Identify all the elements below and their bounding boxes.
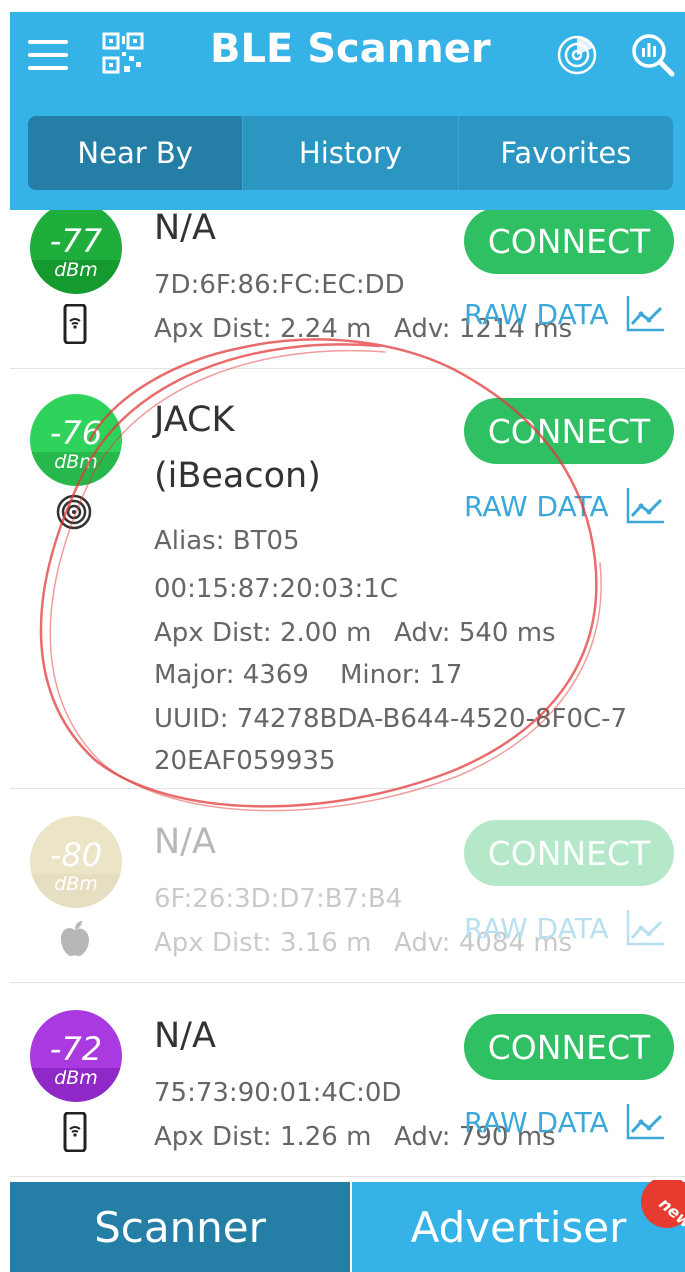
phone-icon [63,1112,87,1152]
beacon-minor: Minor: 17 [340,660,463,690]
beacon-uuid-cont: 20EAF059935 [154,746,336,776]
scan-tabs: Near By History Favorites [28,116,673,190]
beacon-major: Major: 4369 [154,660,309,690]
qr-code-icon[interactable] [102,32,144,74]
rssi-value: -76 [49,414,103,452]
device-alias: Alias: BT05 [154,526,300,556]
connect-button[interactable]: CONNECT [464,820,674,886]
beacon-icon [56,494,92,530]
rssi-unit: dBm [54,451,98,473]
device-row[interactable]: -77 dBm N/A 7D:6F:86:FC:EC:DD Apx Dist: … [10,210,685,369]
app-title: BLE Scanner [210,26,491,72]
chart-icon[interactable] [626,486,666,524]
raw-data-link[interactable]: RAW DATA [464,1106,609,1139]
rssi-value: -80 [49,836,103,874]
rssi-value: -72 [49,1030,103,1068]
connect-button[interactable]: CONNECT [464,398,674,464]
advertiser-label: Advertiser [410,1202,627,1252]
device-name: N/A [154,210,216,248]
device-name: N/A [154,1016,216,1056]
rssi-value: -77 [49,222,103,260]
apple-icon [61,921,89,957]
tab-favorites[interactable]: Favorites [459,116,673,190]
device-row[interactable]: -80 dBm N/A 6F:26:3D:D7:B7:B4 Apx Dist: … [10,790,685,983]
radar-icon[interactable] [556,34,598,76]
app-screen: BLE Scanner Near By History Favorites -7… [10,12,685,1272]
raw-data-link[interactable]: RAW DATA [464,912,609,945]
chart-icon[interactable] [626,1102,666,1140]
rssi-unit: dBm [54,1067,98,1089]
device-row[interactable]: -76 dBm JACK (iBeacon) Alias: BT05 00:15… [10,368,685,789]
device-row-content: -80 dBm N/A 6F:26:3D:D7:B7:B4 Apx Dist: … [10,790,685,982]
device-list[interactable]: -77 dBm N/A 7D:6F:86:FC:EC:DD Apx Dist: … [10,210,685,1182]
search-analytics-icon[interactable] [630,32,676,78]
chart-icon[interactable] [626,294,666,332]
device-distance: Apx Dist: 1.26 m [154,1122,372,1152]
rssi-unit: dBm [54,873,98,895]
device-adv-interval: Adv: 540 ms [394,618,556,648]
device-mac: 75:73:90:01:4C:0D [154,1078,402,1108]
rssi-badge: -77 dBm [30,210,122,294]
device-distance: Apx Dist: 2.00 m [154,618,372,648]
device-distance: Apx Dist: 2.24 m [154,314,372,344]
tab-near-by[interactable]: Near By [28,116,244,190]
app-header: BLE Scanner Near By History Favorites [10,12,685,210]
device-name: JACK [154,400,235,440]
device-name: N/A [154,822,216,862]
connect-button[interactable]: CONNECT [464,210,674,274]
device-mac: 7D:6F:86:FC:EC:DD [154,270,405,300]
tab-history[interactable]: History [243,116,459,190]
device-distance: Apx Dist: 3.16 m [154,928,372,958]
device-name-type: (iBeacon) [154,456,321,496]
bottom-nav: Scanner Advertiser new [10,1180,685,1272]
menu-icon[interactable] [28,40,68,72]
new-badge: new [641,1180,685,1232]
scanner-tab[interactable]: Scanner [10,1182,352,1272]
advertiser-tab[interactable]: Advertiser new [352,1180,685,1272]
device-mac: 6F:26:3D:D7:B7:B4 [154,884,403,914]
device-mac: 00:15:87:20:03:1C [154,574,398,604]
device-row[interactable]: -72 dBm N/A 75:73:90:01:4C:0D Apx Dist: … [10,984,685,1177]
connect-button[interactable]: CONNECT [464,1014,674,1080]
chart-icon[interactable] [626,908,666,946]
raw-data-link[interactable]: RAW DATA [464,298,609,331]
raw-data-link[interactable]: RAW DATA [464,490,609,523]
rssi-badge: -80 dBm [30,816,122,908]
beacon-uuid: UUID: 74278BDA-B644-4520-8F0C-7 [154,704,628,734]
rssi-unit: dBm [54,259,98,281]
phone-icon [63,304,87,344]
rssi-badge: -76 dBm [30,394,122,486]
rssi-badge: -72 dBm [30,1010,122,1102]
